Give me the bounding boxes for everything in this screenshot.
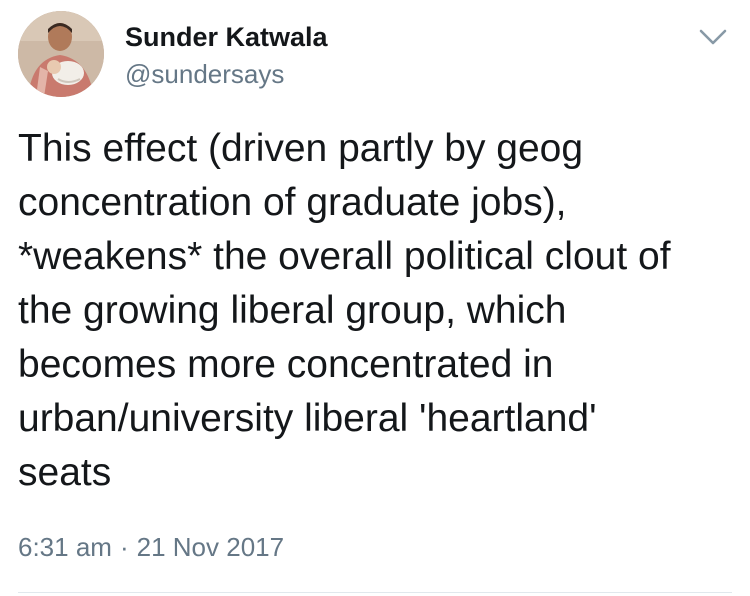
- tweet-text: This effect (driven partly by geog conce…: [18, 127, 671, 494]
- tweet-time: 6:31 am: [18, 532, 112, 562]
- divider: [18, 592, 732, 593]
- tweet-timestamp[interactable]: 6:31 am · 21 Nov 2017: [18, 530, 284, 564]
- chevron-down-icon[interactable]: [698, 26, 728, 48]
- tweet-card: Sunder Katwala @sundersays This effect (…: [0, 0, 750, 596]
- user-handle[interactable]: @sundersays: [125, 58, 284, 90]
- display-name[interactable]: Sunder Katwala: [125, 20, 328, 54]
- avatar[interactable]: [18, 11, 104, 97]
- tweet-date: 21 Nov 2017: [136, 532, 285, 562]
- meta-separator: ·: [119, 532, 129, 562]
- avatar-image: [18, 11, 104, 97]
